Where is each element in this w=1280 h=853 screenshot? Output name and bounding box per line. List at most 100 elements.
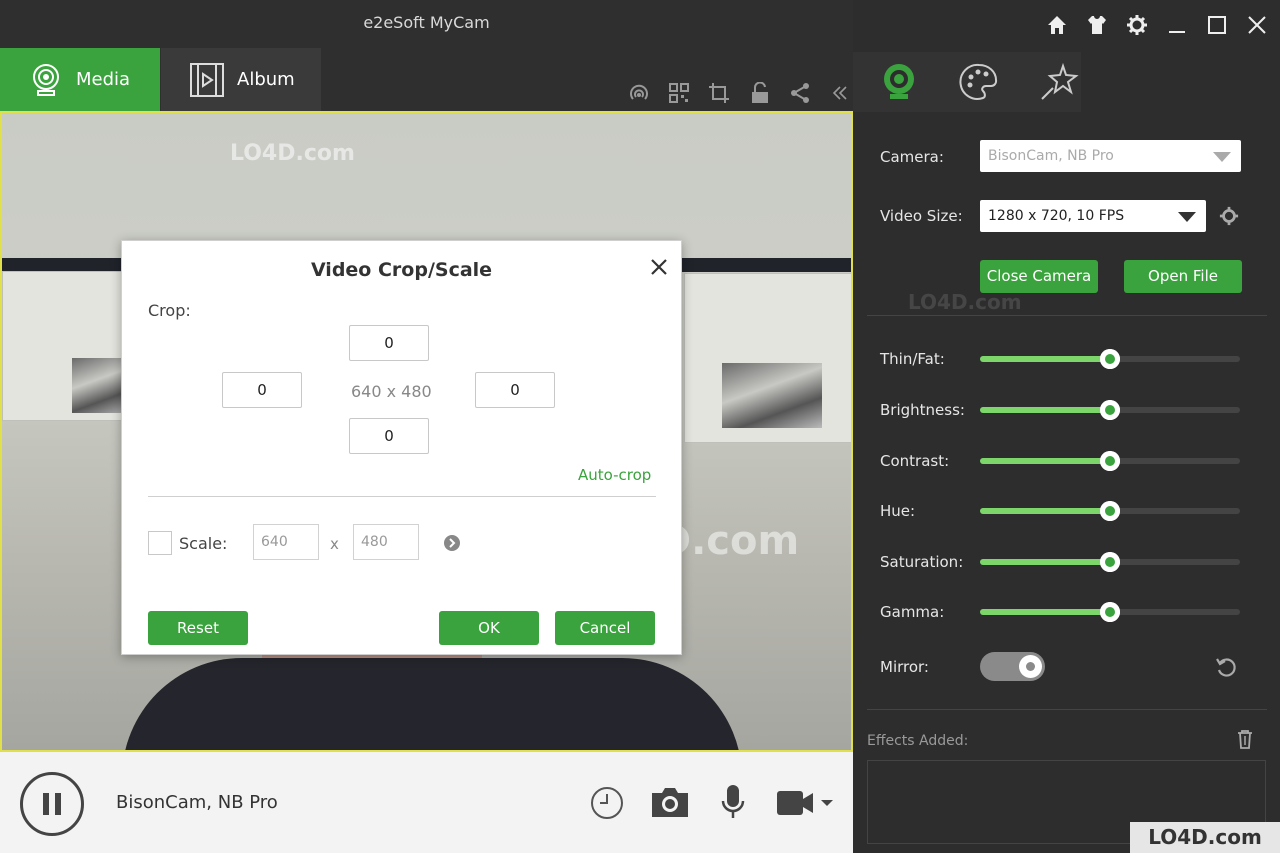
saturation-slider[interactable] bbox=[980, 552, 1240, 572]
hue-slider[interactable] bbox=[980, 501, 1240, 521]
settings-panel: Camera: BisonCam, NB Pro Video Size: 128… bbox=[853, 0, 1280, 853]
crop-bottom-input[interactable]: 0 bbox=[349, 418, 429, 454]
crop-scale-dialog: Video Crop/Scale Crop: 0 0 640 x 480 0 0… bbox=[121, 240, 682, 655]
reset-icon[interactable] bbox=[1215, 656, 1237, 678]
thin-fat-label: Thin/Fat: bbox=[880, 350, 945, 368]
tab-camera-settings[interactable] bbox=[879, 62, 919, 102]
top-bar: e2eSoft MyCam Media Album bbox=[0, 0, 853, 111]
thin-fat-slider[interactable] bbox=[980, 349, 1240, 369]
close-icon[interactable] bbox=[649, 257, 669, 277]
chevron-down-icon bbox=[1178, 212, 1196, 222]
shirt-icon[interactable] bbox=[1086, 14, 1108, 36]
close-window-icon[interactable] bbox=[1246, 14, 1268, 36]
gamma-slider[interactable] bbox=[980, 602, 1240, 622]
current-camera-name: BisonCam, NB Pro bbox=[116, 792, 278, 813]
slider-knob[interactable] bbox=[1100, 501, 1120, 521]
lo4d-logo: LO4D.com bbox=[1130, 822, 1280, 853]
crop-icon[interactable] bbox=[708, 82, 730, 104]
video-settings-icon[interactable] bbox=[1219, 206, 1239, 226]
crop-label: Crop: bbox=[148, 301, 191, 320]
slider-fill bbox=[980, 356, 1110, 362]
collapse-icon[interactable] bbox=[829, 82, 851, 104]
video-record-icon[interactable] bbox=[776, 788, 836, 818]
camera-select-value: BisonCam, NB Pro bbox=[988, 148, 1114, 164]
ok-button[interactable]: OK bbox=[439, 611, 539, 645]
hue-label: Hue: bbox=[880, 502, 916, 520]
watermark-panel: LO4D.com bbox=[908, 290, 1022, 314]
separator bbox=[867, 709, 1267, 710]
crop-left-input[interactable]: 0 bbox=[222, 372, 302, 408]
minimize-icon[interactable] bbox=[1166, 14, 1188, 36]
auto-crop-link[interactable]: Auto-crop bbox=[578, 466, 651, 484]
dialog-title: Video Crop/Scale bbox=[310, 259, 493, 281]
slider-knob[interactable] bbox=[1100, 451, 1120, 471]
panel-tabs bbox=[853, 52, 1081, 112]
mirror-toggle[interactable] bbox=[980, 652, 1045, 681]
scale-x-label: x bbox=[330, 535, 339, 553]
webcam-icon bbox=[33, 63, 59, 96]
mycam-window: e2eSoft MyCam Media Album LO4D.com LO4D.… bbox=[0, 0, 1280, 853]
film-icon bbox=[190, 62, 224, 97]
video-size-label: Video Size: bbox=[880, 207, 963, 225]
microphone-icon[interactable] bbox=[720, 783, 746, 821]
tab-album-label: Album bbox=[237, 69, 295, 90]
share-icon[interactable] bbox=[789, 82, 811, 104]
separator bbox=[867, 315, 1267, 316]
maximize-icon[interactable] bbox=[1206, 14, 1228, 36]
mirror-label: Mirror: bbox=[880, 658, 929, 676]
bottom-bar: BisonCam, NB Pro bbox=[0, 752, 853, 853]
effects-added-label: Effects Added: bbox=[867, 733, 969, 749]
crop-right-input[interactable]: 0 bbox=[475, 372, 555, 408]
slider-fill bbox=[980, 609, 1110, 615]
chevron-down-icon bbox=[1213, 152, 1231, 162]
slider-knob[interactable] bbox=[1100, 349, 1120, 369]
person-shoulders bbox=[122, 658, 742, 750]
cancel-button[interactable]: Cancel bbox=[555, 611, 655, 645]
scale-width-input[interactable]: 640 bbox=[253, 524, 319, 560]
saturation-label: Saturation: bbox=[880, 553, 964, 571]
close-camera-button[interactable]: Close Camera bbox=[980, 260, 1098, 293]
source-dimensions: 640 x 480 bbox=[351, 382, 432, 401]
pause-button[interactable] bbox=[20, 772, 84, 836]
slider-fill bbox=[980, 458, 1110, 464]
video-size-select[interactable]: 1280 x 720, 10 FPS bbox=[980, 200, 1206, 232]
gamma-label: Gamma: bbox=[880, 603, 945, 621]
timer-icon[interactable] bbox=[590, 786, 624, 820]
open-file-button[interactable]: Open File bbox=[1124, 260, 1242, 293]
scale-height-input[interactable]: 480 bbox=[353, 524, 419, 560]
slider-knob[interactable] bbox=[1100, 602, 1120, 622]
video-size-value: 1280 x 720, 10 FPS bbox=[988, 208, 1125, 224]
contrast-slider[interactable] bbox=[980, 451, 1240, 471]
tab-media-label: Media bbox=[76, 69, 131, 90]
camera-snapshot-icon[interactable] bbox=[650, 785, 690, 819]
tab-album[interactable]: Album bbox=[161, 48, 321, 111]
scale-checkbox[interactable] bbox=[148, 531, 172, 555]
contrast-label: Contrast: bbox=[880, 452, 950, 470]
trash-icon[interactable] bbox=[1236, 729, 1254, 749]
tab-media[interactable]: Media bbox=[0, 48, 160, 111]
wall-art-right bbox=[722, 363, 822, 428]
toggle-knob bbox=[1019, 655, 1042, 678]
reset-button[interactable]: Reset bbox=[148, 611, 248, 645]
slider-fill bbox=[980, 508, 1110, 514]
slider-fill bbox=[980, 559, 1110, 565]
camera-select[interactable]: BisonCam, NB Pro bbox=[980, 140, 1241, 172]
home-icon[interactable] bbox=[1046, 14, 1068, 36]
watermark: LO4D.com bbox=[230, 141, 355, 166]
tab-palette[interactable] bbox=[959, 62, 999, 102]
slider-fill bbox=[980, 407, 1110, 413]
divider bbox=[148, 496, 656, 497]
broadcast-icon[interactable] bbox=[628, 82, 650, 104]
tab-effects[interactable] bbox=[1039, 62, 1079, 102]
app-title: e2eSoft MyCam bbox=[363, 13, 490, 32]
camera-label: Camera: bbox=[880, 148, 944, 166]
brightness-label: Brightness: bbox=[880, 401, 965, 419]
qrcode-icon[interactable] bbox=[668, 82, 690, 104]
unlock-icon[interactable] bbox=[749, 82, 771, 104]
brightness-slider[interactable] bbox=[980, 400, 1240, 420]
gear-icon[interactable] bbox=[1126, 14, 1148, 36]
arrow-right-icon[interactable] bbox=[443, 534, 461, 552]
slider-knob[interactable] bbox=[1100, 552, 1120, 572]
slider-knob[interactable] bbox=[1100, 400, 1120, 420]
crop-top-input[interactable]: 0 bbox=[349, 325, 429, 361]
